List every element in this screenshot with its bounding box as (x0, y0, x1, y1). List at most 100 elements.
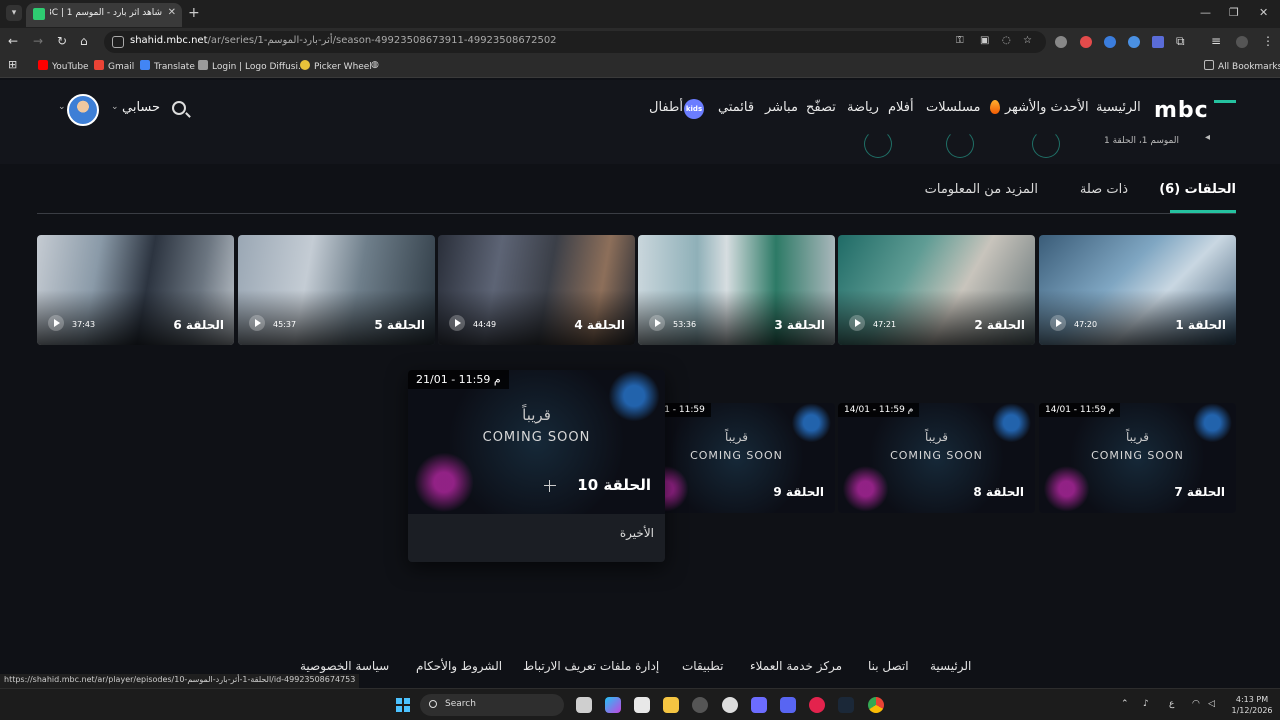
nav-home[interactable]: الرئيسية (1096, 100, 1141, 115)
bookmark-star-icon[interactable]: ☆ (1023, 35, 1032, 46)
footer-contact[interactable]: اتصل بنا (868, 659, 909, 673)
chevron-down-icon[interactable]: ⌄ (111, 102, 119, 112)
episode-card[interactable]: الحلقة 3 53:36 (638, 235, 835, 345)
play-icon[interactable] (1050, 315, 1066, 331)
extension-icon[interactable] (1055, 36, 1067, 48)
copilot-icon[interactable] (605, 697, 621, 713)
extensions-puzzle-icon[interactable]: ⧉ (1176, 34, 1185, 49)
task-view-icon[interactable] (576, 697, 592, 713)
app-icon[interactable] (692, 697, 708, 713)
extension-icon[interactable] (1104, 36, 1116, 48)
footer-privacy[interactable]: سياسة الخصوصية (300, 659, 389, 673)
browser-tab-bar: ▾ شاهد أثر بارد - الموسم 1 | MBC ✕ + — ❐… (0, 0, 1280, 28)
close-tab-icon[interactable]: ✕ (168, 7, 176, 18)
volume-icon[interactable]: ◁ (1208, 699, 1215, 709)
bookmark-logo-diffusion[interactable]: Login | Logo Diffusi... (198, 60, 307, 72)
nav-my-list[interactable]: قائمتي (718, 100, 754, 115)
bookmark-translate[interactable]: Translate (140, 60, 195, 72)
new-tab-icon[interactable]: + (188, 5, 200, 21)
coming-soon-card[interactable]: 21/01 - 11:59 قريباً COMING SOON الحلقة … (638, 403, 835, 513)
action-ring-icon[interactable] (864, 130, 892, 158)
footer-customer-service[interactable]: مركز خدمة العملاء (750, 659, 842, 673)
chrome-icon[interactable] (868, 697, 884, 713)
nav-sports[interactable]: رياضة (847, 100, 879, 115)
episode-duration: 44:49 (473, 320, 497, 329)
all-bookmarks[interactable]: All Bookmarks (1204, 60, 1280, 72)
featured-episode-card[interactable]: 21/01 - 11:59 م قريباً COMING SOON الحلق… (408, 370, 665, 562)
bookmark-gmail[interactable]: Gmail (94, 60, 134, 72)
tab-episodes[interactable]: الحلقات (6) (1159, 182, 1236, 197)
action-ring-icon[interactable] (946, 130, 974, 158)
bookmark-youtube[interactable]: YouTube (38, 60, 89, 72)
nav-series[interactable]: مسلسلات (926, 100, 980, 115)
windows-start-icon[interactable] (396, 698, 410, 712)
store-icon[interactable] (634, 697, 650, 713)
arrow-icon[interactable]: ◂ (1205, 132, 1210, 143)
close-window-icon[interactable]: ✕ (1259, 6, 1268, 19)
extension-icon[interactable] (1080, 36, 1092, 48)
episode-card[interactable]: الحلقة 6 37:43 (37, 235, 234, 345)
back-icon[interactable]: ← (8, 34, 18, 48)
eye-off-icon[interactable]: ◌ (1002, 35, 1011, 46)
coming-soon-card[interactable]: 14/01 - 11:59 م قريباً COMING SOON الحلق… (838, 403, 1035, 513)
tab-related[interactable]: ذات صلة (1080, 182, 1128, 197)
site-info-icon[interactable] (112, 36, 124, 48)
browser-tab[interactable]: شاهد أثر بارد - الموسم 1 | MBC ✕ (26, 3, 182, 27)
footer-apps[interactable]: تطبيقات (682, 659, 723, 673)
discord-icon[interactable] (780, 697, 796, 713)
app-icon[interactable] (751, 697, 767, 713)
tab-search-button[interactable]: ▾ (6, 5, 22, 21)
tray-chevron-icon[interactable]: ⌃ (1121, 699, 1129, 709)
episode-card[interactable]: الحلقة 4 44:49 (438, 235, 635, 345)
extension-icon[interactable] (1152, 36, 1164, 48)
play-icon[interactable] (449, 315, 465, 331)
reload-icon[interactable]: ↻ (57, 34, 67, 48)
home-icon[interactable]: ⌂ (80, 34, 88, 48)
footer-cookie-settings[interactable]: إدارة ملفات تعريف الارتباط (523, 659, 659, 673)
footer-home[interactable]: الرئيسية (930, 659, 971, 673)
search-icon[interactable] (172, 101, 186, 115)
forward-icon[interactable]: → (33, 34, 43, 48)
extension-icon[interactable] (1128, 36, 1140, 48)
action-ring-icon[interactable] (1032, 130, 1060, 158)
maximize-icon[interactable]: ❐ (1229, 6, 1239, 19)
tab-more-info[interactable]: المزيد من المعلومات (925, 182, 1038, 197)
nav-latest[interactable]: الأحدث والأشهر (1005, 100, 1089, 115)
play-icon[interactable] (48, 315, 64, 331)
chevron-down-icon[interactable]: ⌄ (58, 102, 66, 112)
nav-movies[interactable]: أفلام (888, 100, 914, 115)
nav-browse[interactable]: تصفّح (806, 100, 836, 115)
tab-list-icon[interactable]: ≡ (1211, 34, 1221, 48)
play-icon[interactable] (849, 315, 865, 331)
bookmark-picker-wheel[interactable]: Picker Wheel (300, 60, 372, 72)
password-key-icon[interactable]: ⚿ (956, 35, 964, 46)
profile-avatar-icon[interactable] (1236, 36, 1248, 48)
file-explorer-icon[interactable] (663, 697, 679, 713)
nav-live[interactable]: مباشر (765, 100, 798, 115)
taskbar-search[interactable]: Search (420, 694, 564, 716)
footer-terms[interactable]: الشروط والأحكام (416, 659, 502, 673)
language-indicator-icon[interactable]: ع (1169, 699, 1174, 709)
microphone-icon[interactable]: ♪ (1143, 699, 1149, 709)
account-link[interactable]: حسابي (122, 100, 160, 115)
avatar[interactable] (67, 94, 99, 126)
episode-card[interactable]: الحلقة 1 47:20 (1039, 235, 1236, 345)
wifi-icon[interactable]: ◠ (1192, 699, 1200, 709)
play-icon[interactable] (249, 315, 265, 331)
address-bar[interactable]: shahid.mbc.net/ar/series/1-أثر-بارد-المو… (104, 31, 1046, 53)
episode-title: الحلقة 8 (973, 485, 1024, 499)
cast-icon[interactable]: ▣ (980, 35, 989, 46)
media-player-icon[interactable] (809, 697, 825, 713)
more-menu-icon[interactable]: ⋮ (1262, 34, 1274, 48)
coming-soon-card[interactable]: 14/01 - 11:59 م قريباً COMING SOON الحلق… (1039, 403, 1236, 513)
apps-grid-icon[interactable]: ⊞ (8, 58, 17, 71)
episode-card[interactable]: الحلقة 5 45:37 (238, 235, 435, 345)
globe-icon[interactable]: ◍ (371, 60, 379, 70)
settings-gear-icon[interactable] (722, 697, 738, 713)
nav-kids[interactable]: أطفال (649, 100, 683, 115)
system-clock[interactable]: 4:13 PM 1/12/2026 (1230, 694, 1274, 716)
play-icon[interactable] (649, 315, 665, 331)
steam-icon[interactable] (838, 697, 854, 713)
episode-card[interactable]: الحلقة 2 47:21 (838, 235, 1035, 345)
minimize-icon[interactable]: — (1200, 6, 1211, 19)
